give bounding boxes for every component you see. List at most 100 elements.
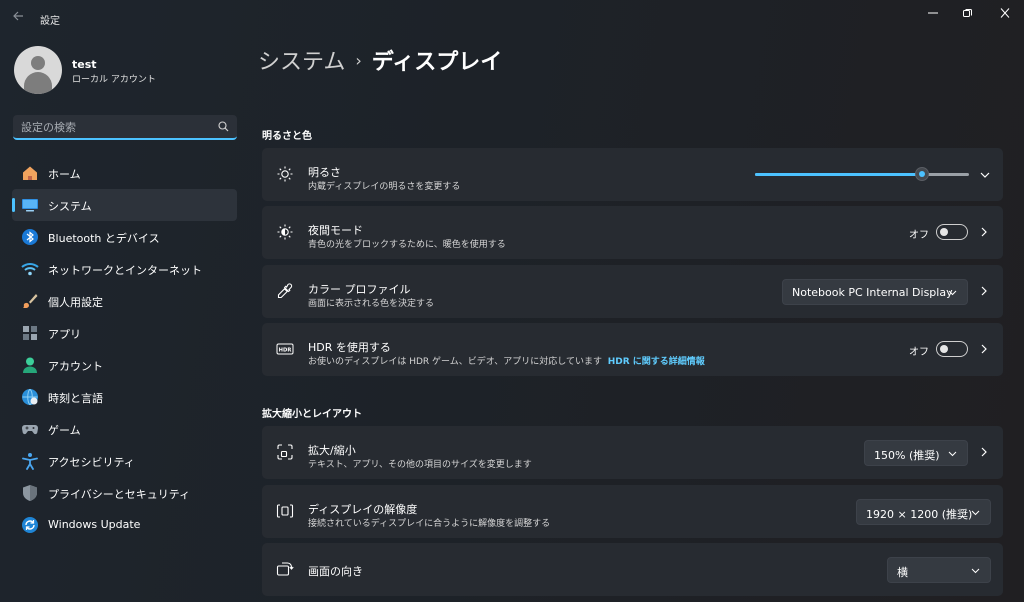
color-profile-dropdown[interactable]: Notebook PC Internal Display xyxy=(782,279,968,305)
close-icon xyxy=(1000,8,1010,18)
sidebar-item-personalization[interactable]: 個人用設定 xyxy=(12,285,237,317)
chevron-down-icon xyxy=(971,568,980,574)
back-arrow-icon xyxy=(13,11,23,21)
section-title-scale-layout: 拡大縮小とレイアウト xyxy=(262,409,362,420)
accessibility-icon xyxy=(22,453,38,470)
sidebar-item-label: 時刻と言語 xyxy=(48,392,103,405)
breadcrumb-separator: › xyxy=(355,51,362,70)
hdr-learn-more-link[interactable]: HDR に関する詳細情報 xyxy=(608,357,705,367)
section-title-brightness-color: 明るさと色 xyxy=(262,131,312,142)
resolution-description: 接続されているディスプレイに合うように解像度を調整する xyxy=(308,519,551,529)
user-name: test xyxy=(72,58,97,71)
night-light-state: オフ xyxy=(909,230,929,241)
night-light-card[interactable]: 夜間モード 青色の光をブロックするために、暖色を使用する オフ xyxy=(262,206,1003,259)
personalization-icon xyxy=(23,294,38,308)
chevron-down-icon[interactable] xyxy=(979,170,991,180)
hdr-description: お使いのディスプレイは HDR ゲーム、ビデオ、アプリに対応しています HDR … xyxy=(308,354,705,367)
sidebar-item-label: 個人用設定 xyxy=(48,296,103,309)
sidebar-item-label: ネットワークとインターネット xyxy=(48,264,202,277)
accounts-icon xyxy=(23,357,37,373)
back-button[interactable] xyxy=(10,10,26,26)
sidebar-item-label: ゲーム xyxy=(48,424,81,437)
time-language-icon xyxy=(22,388,38,406)
resolution-title: ディスプレイの解像度 xyxy=(308,503,418,516)
svg-text:HDR: HDR xyxy=(279,347,292,353)
sidebar-nav: ホーム システム Bluetooth とデバイス ネットワークとインターネット … xyxy=(12,157,237,541)
hdr-title: HDR を使用する xyxy=(308,341,391,354)
dropdown-value: 横 xyxy=(897,566,908,579)
sidebar-item-time-language[interactable]: 時刻と言語 xyxy=(12,381,237,413)
scale-description: テキスト、アプリ、その他の項目のサイズを変更します xyxy=(308,460,532,470)
resolution-dropdown[interactable]: 1920 × 1200 (推奨) xyxy=(856,499,991,525)
breadcrumb-parent[interactable]: システム xyxy=(258,50,345,75)
slider-thumb[interactable] xyxy=(914,167,929,181)
orientation-card[interactable]: 画面の向き 横 xyxy=(262,543,1003,596)
shield-icon xyxy=(23,485,37,501)
restore-icon xyxy=(963,9,972,17)
sidebar-item-label: Bluetooth とデバイス xyxy=(48,232,160,245)
minimize-icon xyxy=(928,12,938,14)
orientation-dropdown[interactable]: 横 xyxy=(887,557,991,583)
sidebar-item-label: システム xyxy=(48,200,92,213)
hdr-state: オフ xyxy=(909,347,929,358)
sidebar-item-privacy[interactable]: プライバシーとセキュリティ xyxy=(12,477,237,509)
search-input[interactable] xyxy=(21,118,211,136)
brightness-description: 内蔵ディスプレイの明るさを変更する xyxy=(308,182,461,192)
color-profile-card[interactable]: カラー プロファイル 画面に表示される色を決定する Notebook PC In… xyxy=(262,265,1003,318)
sidebar-item-windows-update[interactable]: Windows Update xyxy=(12,509,237,541)
chevron-right-icon[interactable] xyxy=(979,285,989,297)
color-profile-title: カラー プロファイル xyxy=(308,283,411,296)
sidebar-item-accounts[interactable]: アカウント xyxy=(12,349,237,381)
avatar xyxy=(14,46,62,94)
dropdown-value: Notebook PC Internal Display xyxy=(792,286,953,299)
sidebar-item-home[interactable]: ホーム xyxy=(12,157,237,189)
chevron-right-icon[interactable] xyxy=(979,446,989,458)
dropdown-value: 1920 × 1200 (推奨) xyxy=(866,508,973,521)
sidebar-item-accessibility[interactable]: アクセシビリティ xyxy=(12,445,237,477)
scale-dropdown[interactable]: 150% (推奨) xyxy=(864,440,968,466)
hdr-toggle[interactable] xyxy=(936,341,968,357)
orientation-title: 画面の向き xyxy=(308,565,363,578)
scale-card[interactable]: 拡大/縮小 テキスト、アプリ、その他の項目のサイズを変更します 150% (推奨… xyxy=(262,426,1003,479)
restore-button[interactable] xyxy=(953,4,983,22)
sidebar-item-network[interactable]: ネットワークとインターネット xyxy=(12,253,237,285)
night-light-icon xyxy=(277,224,293,240)
settings-window: 設定 test ローカル アカウント ホーム システム xyxy=(0,0,1024,602)
night-light-toggle[interactable] xyxy=(936,224,968,240)
night-light-description: 青色の光をブロックするために、暖色を使用する xyxy=(308,240,506,250)
windows-update-icon xyxy=(22,517,38,533)
sidebar-item-apps[interactable]: アプリ xyxy=(12,317,237,349)
brightness-title: 明るさ xyxy=(308,166,341,179)
user-profile[interactable]: test ローカル アカウント xyxy=(14,46,234,96)
window-title: 設定 xyxy=(40,16,60,27)
sidebar-item-label: アカウント xyxy=(48,360,103,373)
close-button[interactable] xyxy=(990,4,1020,22)
search-icon[interactable] xyxy=(218,121,229,132)
network-icon xyxy=(21,263,39,276)
slider-fill xyxy=(755,173,922,176)
brightness-card[interactable]: 明るさ 内蔵ディスプレイの明るさを変更する xyxy=(262,148,1003,201)
eyedropper-icon xyxy=(277,283,293,299)
gaming-icon xyxy=(21,424,39,435)
minimize-button[interactable] xyxy=(918,4,948,22)
sidebar-item-label: Windows Update xyxy=(48,518,141,531)
system-icon xyxy=(22,199,38,212)
sidebar-item-system[interactable]: システム xyxy=(12,189,237,221)
resolution-card[interactable]: ディスプレイの解像度 接続されているディスプレイに合うように解像度を調整する 1… xyxy=(262,485,1003,538)
chevron-right-icon[interactable] xyxy=(979,343,989,355)
sidebar-item-label: アプリ xyxy=(48,328,81,341)
bluetooth-icon xyxy=(22,229,38,245)
sidebar-item-bluetooth[interactable]: Bluetooth とデバイス xyxy=(12,221,237,253)
brightness-slider[interactable] xyxy=(755,167,969,181)
hdr-description-text: お使いのディスプレイは HDR ゲーム、ビデオ、アプリに対応しています xyxy=(308,357,602,367)
chevron-down-icon xyxy=(948,290,957,296)
resolution-icon xyxy=(276,504,294,518)
hdr-card[interactable]: HDR HDR を使用する お使いのディスプレイは HDR ゲーム、ビデオ、アプ… xyxy=(262,323,1003,376)
sidebar-item-label: アクセシビリティ xyxy=(48,456,135,469)
sidebar-item-gaming[interactable]: ゲーム xyxy=(12,413,237,445)
apps-icon xyxy=(23,326,37,340)
home-icon xyxy=(23,166,37,180)
chevron-right-icon[interactable] xyxy=(979,226,989,238)
sidebar-item-label: ホーム xyxy=(48,168,81,181)
account-type: ローカル アカウント xyxy=(72,75,156,85)
